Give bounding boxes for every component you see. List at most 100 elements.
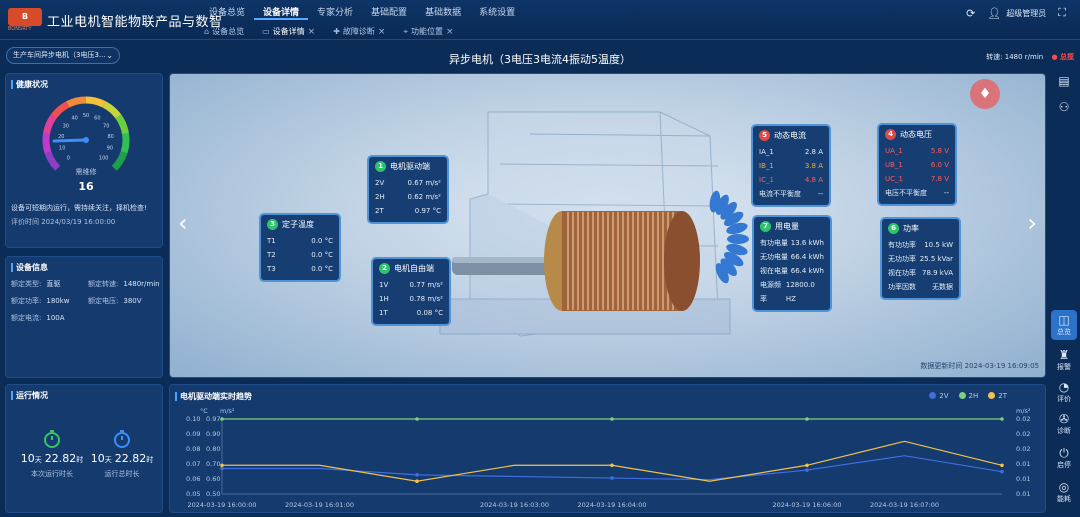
card-number-badge: 6 bbox=[888, 223, 899, 234]
metric-value: 0.77 m/s² bbox=[409, 281, 443, 289]
card-row: 功率因数 无数据 bbox=[888, 280, 953, 294]
close-icon[interactable]: × bbox=[446, 27, 454, 37]
metric-name: IB_1 bbox=[759, 162, 774, 170]
metric-name: 电源频率 bbox=[760, 281, 781, 303]
nav-item-1[interactable]: 设备详情 bbox=[254, 6, 309, 20]
fan-blade bbox=[727, 234, 749, 244]
hour-unit: 时 bbox=[146, 456, 154, 464]
run-hours: 22.82 bbox=[44, 452, 77, 465]
metric-name: 2T bbox=[375, 207, 384, 215]
fullscreen-icon[interactable]: ⛶ bbox=[1058, 6, 1066, 20]
rail-users[interactable]: ⚇ bbox=[1051, 100, 1077, 114]
tab-2[interactable]: ✚ 故障诊断 × bbox=[324, 24, 394, 39]
rail-evaluate[interactable]: ◔ 评价 bbox=[1051, 380, 1077, 404]
metric-value: 无数据 bbox=[932, 283, 953, 291]
metric-name: 电压不平衡度 bbox=[885, 189, 927, 197]
tab-0[interactable]: ⌂ 设备总览 bbox=[195, 24, 253, 39]
users-icon: ⚇ bbox=[1058, 100, 1070, 114]
info-value: 380V bbox=[123, 297, 142, 305]
alarm-light-icon[interactable]: ♦ bbox=[970, 79, 1000, 109]
tab-3[interactable]: ⌖ 功能位置 × bbox=[394, 24, 462, 39]
run-days: 10 bbox=[90, 452, 105, 465]
tick-label: 0.06 bbox=[186, 475, 200, 483]
info-value: 100A bbox=[46, 314, 65, 322]
refresh-icon[interactable]: ⟳ bbox=[966, 7, 975, 20]
metric-name: 2V bbox=[375, 179, 385, 187]
card-title: 功率 bbox=[903, 224, 919, 233]
metric-name: 1V bbox=[379, 281, 389, 289]
card-number-badge: 4 bbox=[885, 129, 896, 140]
nav-item-4[interactable]: 基础数据 bbox=[416, 6, 470, 20]
run-value: 10天 22.82时 bbox=[90, 452, 154, 465]
user-icon: 👤︎ bbox=[987, 6, 1002, 20]
nav-item-3[interactable]: 基础配置 bbox=[362, 6, 416, 20]
card-stator[interactable]: 3 定子温度 T1 0.0 °C T2 0.0 °C T3 0.0 °C bbox=[259, 213, 341, 282]
tick-label: 0.90 bbox=[206, 430, 220, 438]
gauge-tick: 10 bbox=[59, 146, 65, 152]
card-energy[interactable]: 7 用电量 有功电量 13.6 kWh 无功电量 66.4 kWh 视在电量 66.4 kWh… bbox=[752, 215, 832, 312]
card-row: T1 0.0 °C bbox=[267, 234, 333, 248]
diagnose-icon: ✇ bbox=[1058, 412, 1070, 426]
main-nav: 设备总览 设备详情 专家分析 基础配置 基础数据 系统设置 bbox=[200, 6, 524, 20]
run-label: 本次运行时长 bbox=[31, 470, 73, 478]
user-menu[interactable]: 👤︎ 超级管理员 bbox=[987, 7, 1046, 20]
card-header: 7 用电量 bbox=[760, 221, 824, 232]
card-row: IB_1 3.8 A bbox=[759, 159, 823, 173]
card-header: 5 动态电流 bbox=[759, 130, 823, 141]
metric-name: 2H bbox=[375, 193, 385, 201]
gauge-segment bbox=[115, 114, 129, 135]
card-row: T2 0.0 °C bbox=[267, 248, 333, 262]
metric-value: 0.62 m/s² bbox=[407, 193, 441, 201]
card-number-badge: 2 bbox=[379, 263, 390, 274]
timer-icon bbox=[114, 430, 130, 448]
rail-overview[interactable]: ◫ 总览 bbox=[1051, 310, 1077, 340]
rail-energy[interactable]: ◎ 能耗 bbox=[1051, 480, 1077, 504]
metric-value: 66.4 kWh bbox=[790, 253, 824, 261]
series-line-2T bbox=[222, 440, 1003, 482]
tick-label: 0.60 bbox=[206, 475, 220, 483]
metric-value: 0.67 m/s² bbox=[407, 179, 441, 187]
data-point bbox=[805, 417, 809, 421]
evaluate-icon: ◔ bbox=[1058, 380, 1070, 394]
pin-icon: ⌖ bbox=[403, 26, 408, 36]
rail-start-stop[interactable]: ⏻ 启停 bbox=[1051, 446, 1077, 470]
tick-label: 0.05 bbox=[186, 490, 200, 498]
prev-arrow[interactable]: ‹ bbox=[178, 209, 188, 237]
card-drive-end[interactable]: 1 电机驱动端 2V 0.67 m/s² 2H 0.62 m/s² 2T 0.97 °C bbox=[367, 155, 449, 224]
card-row: UA_1 5.8 V bbox=[885, 144, 949, 158]
run-days: 10 bbox=[20, 452, 35, 465]
card-row: 1T 0.08 °C bbox=[379, 306, 443, 320]
tick-label: 0.50 bbox=[206, 490, 220, 498]
info-key: 额定功率: bbox=[11, 297, 42, 305]
rail-alarm[interactable]: ♜ 报警 bbox=[1051, 348, 1077, 372]
card-row: 无功功率 25.5 kVar bbox=[888, 252, 953, 266]
nav-item-2[interactable]: 专家分析 bbox=[308, 6, 362, 20]
close-icon[interactable]: × bbox=[308, 27, 316, 37]
stopwatch-icon bbox=[44, 430, 60, 448]
speed-label: 转速: 1480 r/min bbox=[986, 53, 1044, 61]
card-free-end[interactable]: 2 电机自由端 1V 0.77 m/s² 1H 0.78 m/s² 1T 0.08 °C bbox=[371, 257, 451, 326]
card-voltage[interactable]: 4 动态电压 UA_1 5.8 V UB_1 6.0 V UC_1 7.8 V 电压不平衡度 -- bbox=[877, 123, 957, 206]
right-rail: ▤ ⚇ ◫ 总览 ♜ 报警 ◔ 评价 ✇ 诊断 ⏻ 启停 ◎ 能耗 bbox=[1048, 66, 1080, 517]
home-icon: ⌂ bbox=[204, 27, 210, 36]
close-icon[interactable]: × bbox=[378, 27, 386, 37]
nav-item-5[interactable]: 系统设置 bbox=[470, 6, 524, 20]
rail-panel[interactable]: ▤ bbox=[1051, 74, 1077, 88]
info-value: 直驱 bbox=[46, 280, 61, 288]
tab-1[interactable]: ▭ 设备详情 × bbox=[253, 24, 324, 39]
metric-value: 0.97 °C bbox=[414, 207, 441, 215]
gauge-segment bbox=[102, 101, 122, 119]
rail-diagnose[interactable]: ✇ 诊断 bbox=[1051, 412, 1077, 436]
card-current[interactable]: 5 动态电流 IA_1 2.8 A IB_1 3.8 A IC_1 4.8 A 电流不平衡度 -- bbox=[751, 124, 831, 207]
tab-label: 设备详情 bbox=[272, 27, 305, 36]
nav-item-0[interactable]: 设备总览 bbox=[200, 6, 254, 20]
metric-name: 1H bbox=[379, 295, 389, 303]
data-point bbox=[415, 417, 419, 421]
data-point bbox=[1000, 469, 1004, 474]
card-number-badge: 5 bbox=[759, 130, 770, 141]
gauge-segment bbox=[50, 101, 70, 119]
gauge-segment bbox=[111, 151, 128, 171]
card-power[interactable]: 6 功率 有功功率 10.5 kW 无功功率 25.5 kVar 视在功率 78.9 kVA 功… bbox=[880, 217, 961, 300]
rail-label: 总览 bbox=[1057, 328, 1071, 336]
next-arrow[interactable]: › bbox=[1027, 209, 1037, 237]
